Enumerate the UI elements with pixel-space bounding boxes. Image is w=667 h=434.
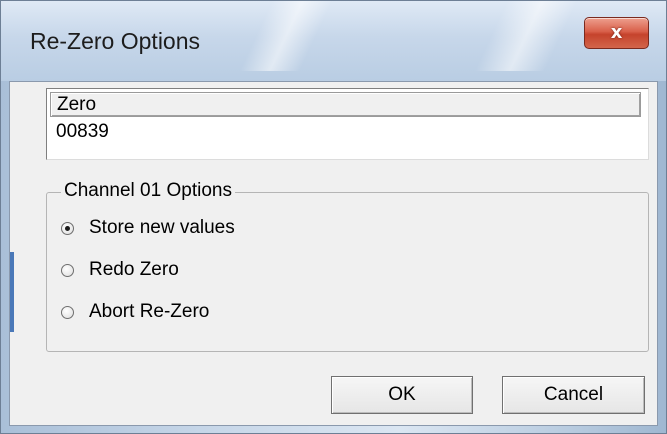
- zero-value[interactable]: 00839: [56, 121, 109, 143]
- radio-button[interactable]: [61, 305, 74, 319]
- glass-reflection: [239, 1, 333, 71]
- title-bar[interactable]: Re-Zero Options x: [1, 1, 666, 81]
- window-edge-accent: [10, 252, 14, 332]
- radio-button[interactable]: [61, 263, 74, 277]
- option-label[interactable]: Store new values: [89, 217, 235, 239]
- window-title: Re-Zero Options: [30, 28, 201, 54]
- ok-button[interactable]: OK: [331, 376, 473, 414]
- channel-options-group: Channel 01 Options Store new values Redo…: [46, 180, 649, 352]
- dialog-body: Zero 00839 Channel 01 Options Store new …: [9, 81, 658, 426]
- cancel-button[interactable]: Cancel: [502, 376, 645, 414]
- zero-column-header[interactable]: Zero: [50, 92, 641, 117]
- zero-list[interactable]: Zero 00839: [46, 88, 649, 160]
- glass-reflection: [474, 1, 578, 71]
- option-label[interactable]: Redo Zero: [89, 259, 179, 281]
- radio-button-selected[interactable]: [61, 221, 74, 235]
- dialog-window: Re-Zero Options x Zero 00839 Channel 01 …: [0, 0, 667, 434]
- option-store-new-values[interactable]: Store new values: [61, 217, 235, 239]
- option-label[interactable]: Abort Re-Zero: [89, 301, 209, 323]
- close-icon: x: [610, 22, 623, 43]
- option-abort-re-zero[interactable]: Abort Re-Zero: [61, 301, 209, 323]
- channel-options-title: Channel 01 Options: [61, 180, 235, 202]
- option-redo-zero[interactable]: Redo Zero: [61, 259, 179, 281]
- close-button[interactable]: x: [584, 17, 649, 49]
